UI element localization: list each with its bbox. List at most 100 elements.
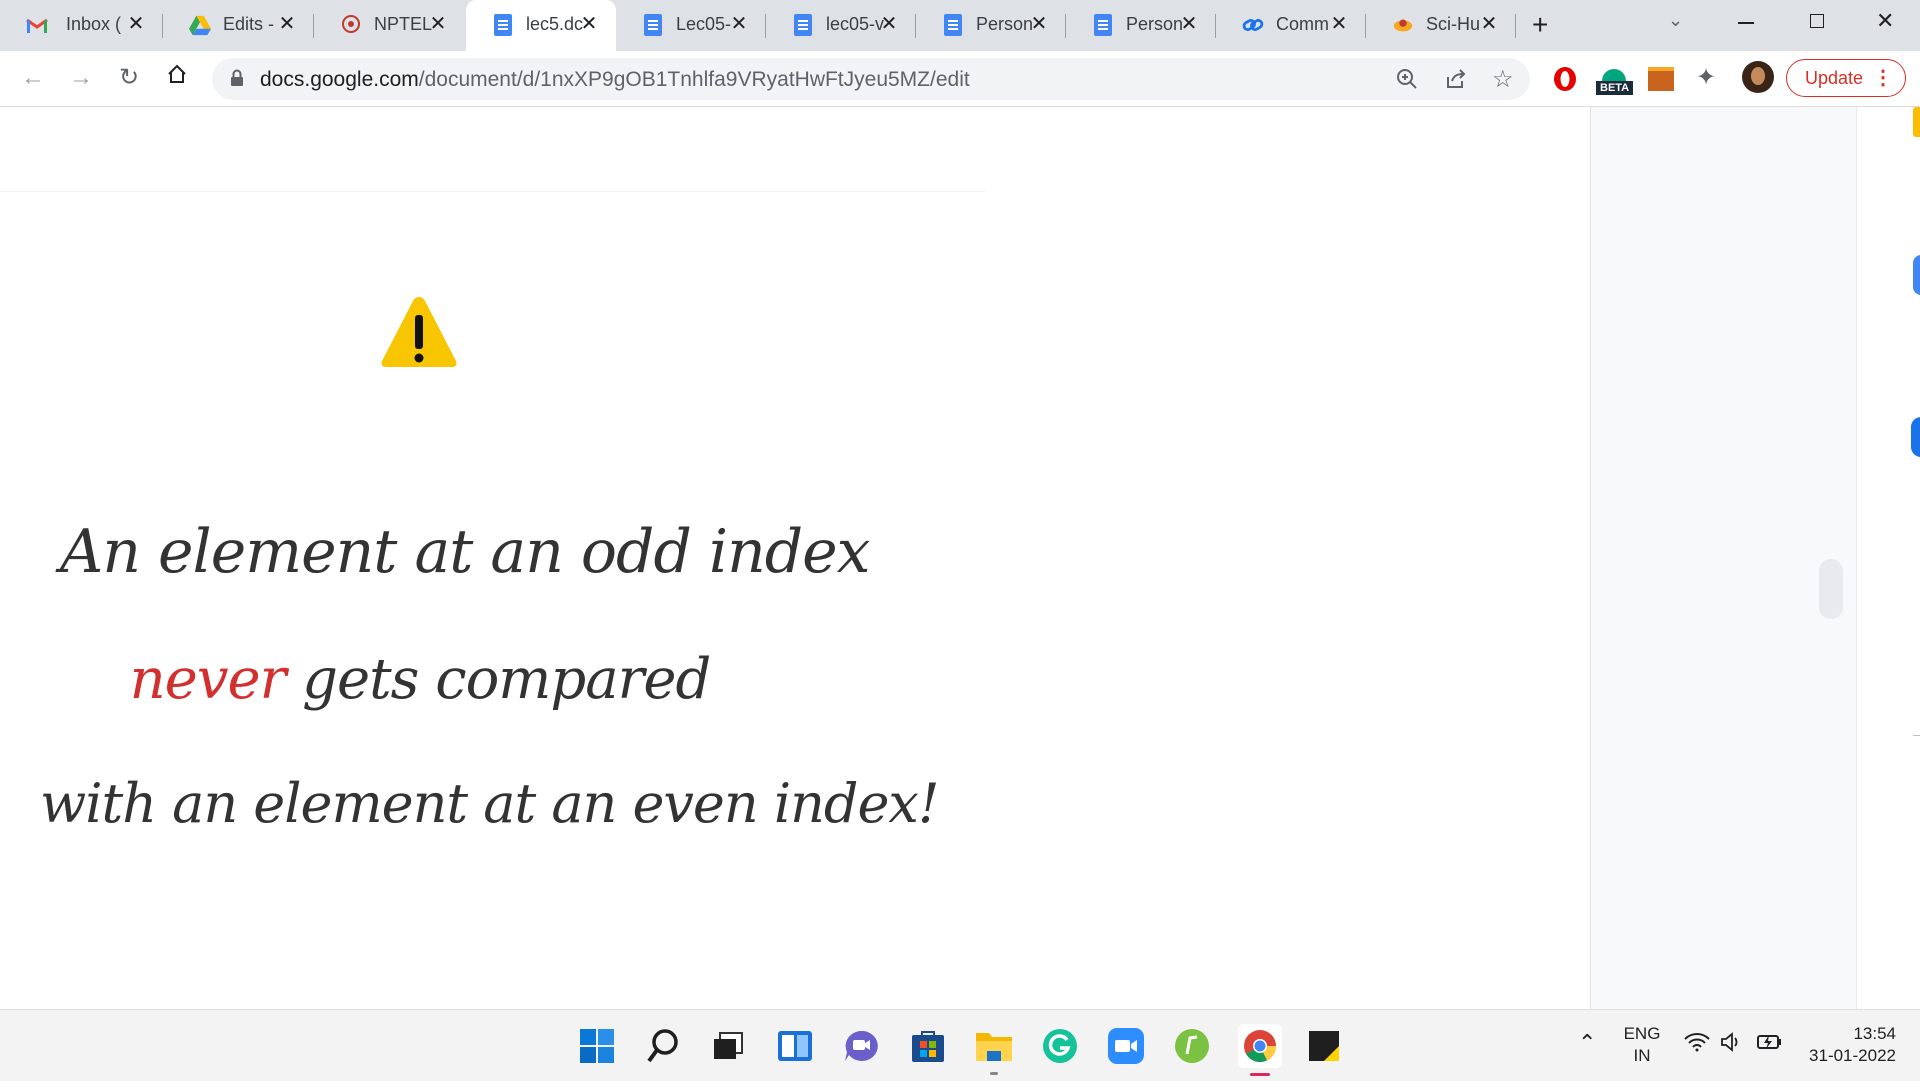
grammarly-icon[interactable] [1040, 1026, 1080, 1066]
volume-icon[interactable] [1720, 1032, 1744, 1057]
tab-title: Person [976, 14, 1034, 34]
google-docs-icon [1092, 14, 1114, 36]
share-icon[interactable] [1444, 67, 1468, 96]
side-panel [1590, 107, 1857, 1009]
teams-chat-icon[interactable] [841, 1026, 881, 1066]
handwritten-line-2: never gets compared [60, 647, 780, 712]
close-icon[interactable]: ✕ [728, 13, 750, 35]
url-text[interactable]: docs.google.com/document/d/1nxXP9gOB1Tnh… [260, 68, 970, 92]
file-explorer-icon[interactable] [974, 1026, 1014, 1075]
tab-title: Edits - [223, 14, 275, 34]
minimize-button[interactable] [1738, 22, 1754, 24]
google-drive-icon [189, 14, 211, 36]
beta-badge: BETA [1596, 81, 1634, 95]
handwritten-line-1: An element at an odd index [60, 517, 871, 587]
active-app-indicator [1250, 1073, 1270, 1076]
beta-extension-icon[interactable]: BETA [1594, 59, 1634, 99]
update-label: Update [1805, 68, 1864, 88]
clock[interactable]: 13:54 31-01-2022 [1800, 1023, 1896, 1067]
store-icon[interactable] [908, 1026, 948, 1066]
handwritten-line-3: with an element at an even index! [40, 772, 940, 835]
url-path: /document/d/1nxXP9gOB1Tnhlfa9VRyatHwFtJy… [418, 68, 970, 91]
url-domain: docs.google.com [260, 68, 419, 91]
tab-title: lec05-v [826, 14, 885, 34]
brick-extension-icon[interactable] [1648, 67, 1674, 91]
tab-title: Inbox ( [66, 14, 122, 34]
task-view-icon[interactable] [708, 1026, 748, 1066]
tab-title: NPTEL [374, 14, 433, 34]
tab-title: Comm [1276, 14, 1329, 34]
new-tab-button[interactable]: + [1532, 11, 1548, 39]
forward-arrow-icon[interactable]: → [66, 63, 96, 93]
start-icon[interactable] [577, 1026, 617, 1066]
google-docs-icon [942, 14, 964, 36]
search-icon[interactable] [643, 1026, 683, 1066]
tab-nptel[interactable]: NPTEL ✕ [314, 0, 465, 51]
show-hidden-icons-chevron[interactable]: ⌃ [1578, 1030, 1596, 1056]
google-docs-icon [642, 14, 664, 36]
reload-icon[interactable]: ↻ [114, 63, 144, 93]
lock-icon[interactable] [230, 69, 244, 92]
zoom-app-icon[interactable] [1106, 1026, 1146, 1066]
wifi-icon[interactable] [1684, 1032, 1710, 1057]
sci-hub-icon [1392, 14, 1414, 36]
extensions-puzzle-icon[interactable]: ✦ [1696, 63, 1716, 92]
close-icon[interactable]: ✕ [878, 13, 900, 35]
side-strip [1856, 107, 1920, 1009]
update-button[interactable]: Update ⋮ [1786, 59, 1906, 97]
restore-button[interactable] [1810, 14, 1824, 28]
tab-person-1[interactable]: Person ✕ [916, 0, 1066, 51]
back-arrow-icon[interactable]: ← [18, 63, 48, 93]
tab-title: lec5.dc [526, 14, 584, 34]
side-divider [1913, 735, 1920, 736]
close-icon[interactable]: ✕ [1178, 13, 1200, 35]
battery-icon[interactable] [1754, 1032, 1782, 1057]
warning-icon [381, 297, 457, 367]
tab-inbox[interactable]: Inbox ( ✕ [0, 0, 163, 51]
tab-comm[interactable]: Comm ✕ [1216, 0, 1366, 51]
zoom-icon[interactable] [1395, 67, 1419, 96]
close-icon[interactable]: ✕ [427, 13, 449, 35]
close-icon[interactable]: ✕ [125, 13, 147, 35]
menu-dots-icon: ⋮ [1873, 67, 1893, 89]
bookmark-star-icon[interactable]: ☆ [1492, 65, 1514, 94]
window-close-button[interactable]: ✕ [1876, 8, 1894, 34]
gmail-icon [26, 14, 48, 36]
clock-date: 31-01-2022 [1809, 1046, 1896, 1065]
tab-title: Lec05- [676, 14, 732, 34]
document-canvas: An element at an odd index never gets co… [0, 107, 1590, 1009]
close-icon[interactable]: ✕ [276, 13, 298, 35]
page-edge [0, 191, 985, 192]
opera-extension-icon[interactable] [1552, 65, 1578, 98]
browser-toolbar: ← → ↻ docs.google.com/document/d/1nxXP9g… [0, 51, 1920, 107]
close-icon[interactable]: ✕ [578, 13, 600, 35]
close-icon[interactable]: ✕ [1028, 13, 1050, 35]
tab-edits[interactable]: Edits - ✕ [163, 0, 314, 51]
side-tab-blue-1[interactable] [1913, 255, 1920, 295]
tab-sci-hub[interactable]: Sci-Hu ✕ [1366, 0, 1516, 51]
tab-lec5-active[interactable]: lec5.dc ✕ [466, 0, 616, 51]
tab-strip: Inbox ( ✕ Edits - ✕ NPTEL ✕ lec5.dc ✕ Le… [0, 0, 1920, 51]
tab-search-chevron-icon[interactable]: ⌄ [1668, 10, 1683, 31]
scrollbar-thumb[interactable] [1819, 559, 1843, 619]
close-icon[interactable]: ✕ [1478, 13, 1500, 35]
tab-lec05-v[interactable]: lec05-v ✕ [766, 0, 916, 51]
language-top: ENG [1623, 1024, 1661, 1043]
close-icon[interactable]: ✕ [1328, 13, 1350, 35]
profile-avatar[interactable] [1742, 61, 1774, 93]
tab-person-2[interactable]: Person ✕ [1066, 0, 1216, 51]
chrome-icon[interactable] [1238, 1024, 1282, 1076]
clock-time: 13:54 [1853, 1024, 1896, 1043]
address-bar[interactable]: docs.google.com/document/d/1nxXP9gOB1Tnh… [212, 58, 1530, 100]
language-indicator[interactable]: ENG IN [1622, 1023, 1662, 1067]
running-indicator [990, 1072, 998, 1075]
home-icon[interactable] [162, 63, 192, 93]
side-tab-blue-2[interactable] [1911, 417, 1920, 457]
never-emphasis-text: never [129, 647, 287, 712]
google-docs-icon [492, 14, 514, 36]
tab-lec05[interactable]: Lec05- ✕ [616, 0, 766, 51]
side-tab-yellow[interactable] [1913, 107, 1920, 137]
widgets-icon[interactable] [775, 1026, 815, 1066]
sheets-tool-icon[interactable] [1172, 1026, 1212, 1066]
sticky-notes-icon[interactable] [1304, 1026, 1344, 1066]
